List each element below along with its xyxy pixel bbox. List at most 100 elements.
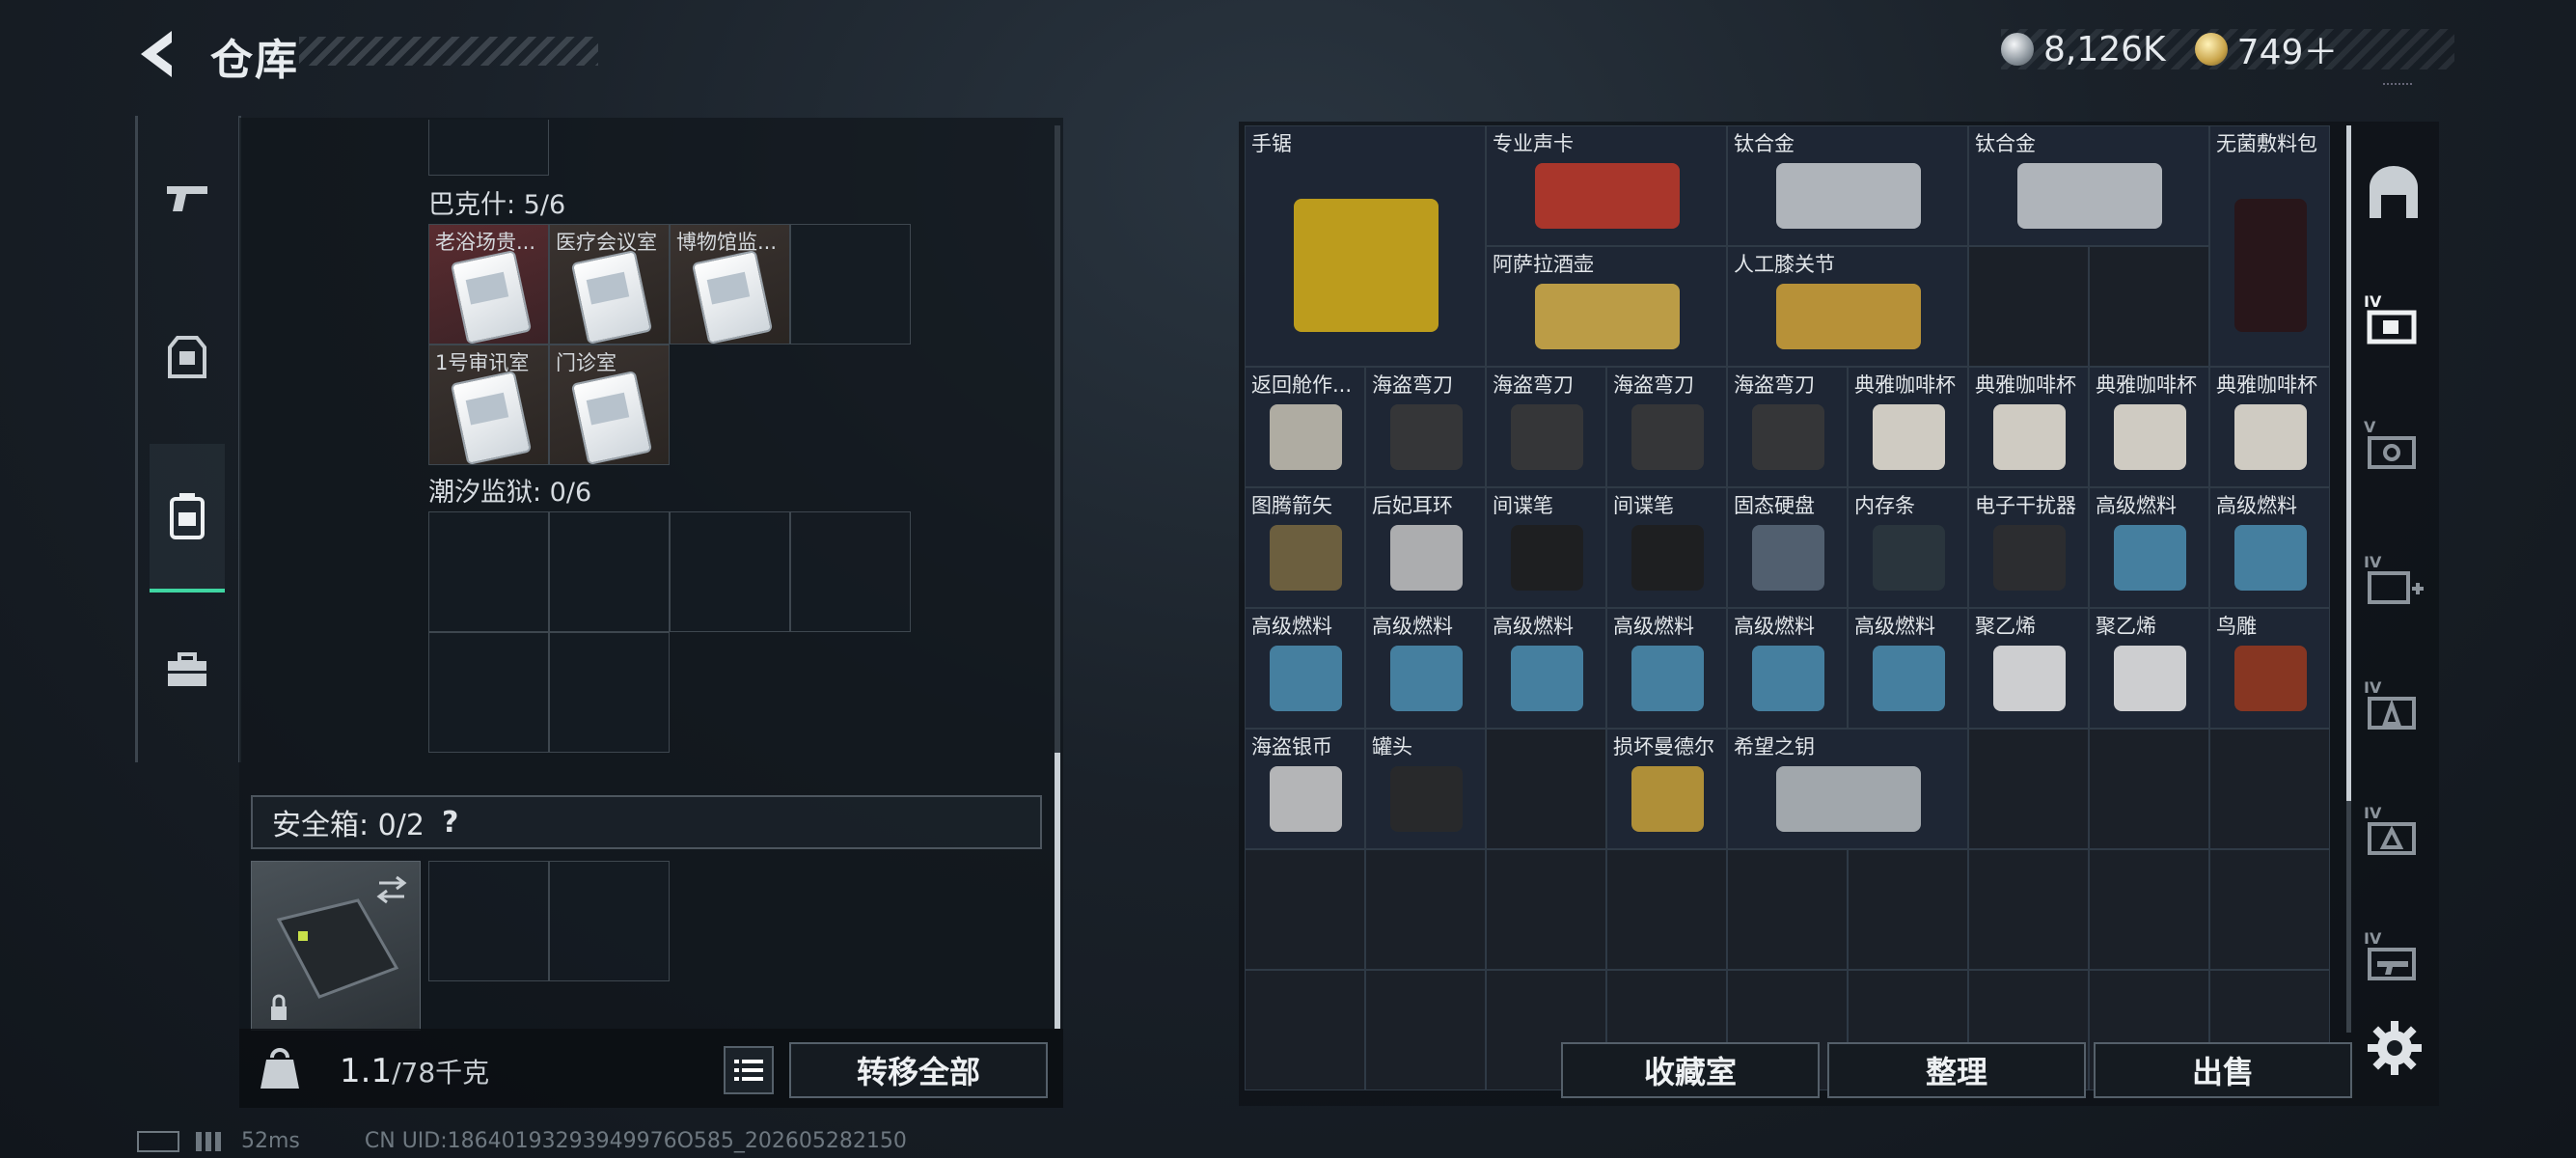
gear-icon[interactable] [2364, 1017, 2425, 1079]
help-button[interactable]: ? [442, 806, 458, 840]
nav-case[interactable] [153, 627, 221, 714]
keycard-item[interactable]: 1号审讯室 [428, 345, 549, 466]
storage-item[interactable]: 手锯 [1245, 125, 1486, 367]
storage-item[interactable]: 希望之钥 [1727, 729, 1968, 849]
keycard-item[interactable]: 博物馆监... [670, 224, 790, 345]
item-label: 海盗银币 [1251, 735, 1332, 758]
empty-slot[interactable] [1245, 849, 1365, 970]
storage-item[interactable]: 后妃耳环 [1365, 487, 1486, 608]
storage-scroll-thumb[interactable] [2346, 125, 2351, 801]
storage-item[interactable]: 典雅咖啡杯 [2209, 367, 2330, 487]
storage-item[interactable]: 固态硬盘 [1727, 487, 1848, 608]
storage-expansion-armor-icon[interactable]: IV [2364, 676, 2424, 735]
storage-item[interactable]: 钛合金 [1727, 125, 1968, 246]
storage-item[interactable]: 高级燃料 [1245, 608, 1365, 729]
empty-slot[interactable] [1365, 849, 1486, 970]
keycard-item[interactable]: 门诊室 [549, 345, 670, 466]
storage-expansion-weapon-icon[interactable]: IV [2364, 926, 2424, 986]
empty-slot[interactable] [1848, 849, 1968, 970]
storage-item[interactable]: 海盗弯刀 [1727, 367, 1848, 487]
storage-item[interactable]: 鸟雕 [2209, 608, 2330, 729]
item-label: 典雅咖啡杯 [2216, 373, 2317, 397]
empty-slot[interactable] [2209, 849, 2330, 970]
nav-backpack[interactable] [150, 444, 225, 593]
empty-slot[interactable] [1968, 849, 2089, 970]
storage-item[interactable]: 罐头 [1365, 729, 1486, 849]
storage-item[interactable]: 高级燃料 [1486, 608, 1606, 729]
storage-item[interactable]: 人工膝关节 [1727, 246, 1968, 367]
list-view-button[interactable] [724, 1046, 774, 1094]
storage-item[interactable]: 高级燃料 [2089, 487, 2209, 608]
storage-item[interactable]: 高级燃料 [2209, 487, 2330, 608]
empty-slot[interactable] [549, 861, 670, 981]
empty-slot[interactable] [1968, 729, 2089, 849]
item-icon [1776, 765, 1921, 833]
empty-slot[interactable] [549, 511, 670, 632]
safe-box-slot[interactable] [251, 861, 421, 1031]
empty-slot[interactable] [1245, 970, 1365, 1090]
item-label: 高级燃料 [2216, 494, 2297, 517]
storage-item[interactable]: 钛合金 [1968, 125, 2209, 246]
empty-slot[interactable] [428, 511, 549, 632]
empty-slot[interactable] [2089, 246, 2209, 367]
storage-item[interactable]: 图腾箭矢 [1245, 487, 1365, 608]
empty-slot[interactable] [2209, 729, 2330, 849]
empty-slot[interactable] [549, 632, 670, 753]
storage-item[interactable]: 高级燃料 [1365, 608, 1486, 729]
storage-expansion-4-icon[interactable]: IV [2364, 290, 2424, 349]
empty-slot[interactable] [1727, 849, 1848, 970]
storage-item[interactable]: 聚乙烯 [2089, 608, 2209, 729]
empty-slot[interactable] [2089, 849, 2209, 970]
storage-item[interactable]: 海盗银币 [1245, 729, 1365, 849]
storage-item[interactable]: 高级燃料 [1606, 608, 1727, 729]
storage-item[interactable]: 间谍笔 [1486, 487, 1606, 608]
collection-room-button[interactable]: 收藏室 [1561, 1042, 1820, 1098]
empty-slot[interactable] [1968, 246, 2089, 367]
storage-item[interactable]: 海盗弯刀 [1486, 367, 1606, 487]
empty-slot[interactable] [428, 632, 549, 753]
empty-slot[interactable] [1365, 970, 1486, 1090]
empty-slot[interactable] [1486, 849, 1606, 970]
storage-item[interactable]: 损坏曼德尔 [1606, 729, 1727, 849]
storage-expansion-5-icon[interactable]: V [2364, 415, 2424, 475]
empty-slot[interactable] [790, 511, 911, 632]
empty-slot[interactable] [1606, 849, 1727, 970]
storage-item[interactable]: 典雅咖啡杯 [2089, 367, 2209, 487]
inventory-scroll-thumb[interactable] [1055, 753, 1060, 1029]
empty-slot[interactable] [428, 861, 549, 981]
empty-slot[interactable] [670, 511, 790, 632]
storage-home-icon[interactable] [2364, 164, 2424, 224]
storage-item[interactable]: 高级燃料 [1848, 608, 1968, 729]
storage-item[interactable]: 返回舱作... [1245, 367, 1365, 487]
storage-item[interactable]: 典雅咖啡杯 [1848, 367, 1968, 487]
storage-item[interactable]: 典雅咖啡杯 [1968, 367, 2089, 487]
sort-button[interactable]: 整理 [1827, 1042, 2086, 1098]
nav-weapons[interactable] [153, 154, 221, 241]
storage-item[interactable]: 聚乙烯 [1968, 608, 2089, 729]
storage-expansion-rig-icon[interactable]: IV [2364, 801, 2424, 861]
storage-item[interactable]: 内存条 [1848, 487, 1968, 608]
keycard-item[interactable]: 老浴场贵... [428, 224, 549, 345]
empty-slot[interactable] [1486, 729, 1606, 849]
transfer-all-button[interactable]: 转移全部 [789, 1042, 1048, 1098]
storage-item[interactable]: 高级燃料 [1727, 608, 1848, 729]
storage-item[interactable]: 海盗弯刀 [1365, 367, 1486, 487]
sell-button[interactable]: 出售 [2094, 1042, 2352, 1098]
storage-item[interactable]: 阿萨拉酒壶 [1486, 246, 1727, 367]
empty-slot[interactable] [790, 224, 911, 345]
safe-box-grid [428, 861, 670, 981]
gold-amount[interactable]: 749＋ [2237, 24, 2339, 74]
gold-coin-icon [2194, 33, 2228, 66]
nav-equipment[interactable] [153, 314, 221, 400]
back-button[interactable] [135, 27, 193, 81]
storage-item[interactable]: 无菌敷料包 [2209, 125, 2330, 367]
keycard-item[interactable]: 医疗会议室 [549, 224, 670, 345]
item-label: 海盗弯刀 [1734, 373, 1815, 397]
item-icon [1776, 283, 1921, 350]
storage-item[interactable]: 专业声卡 [1486, 125, 1727, 246]
storage-expansion-medical-icon[interactable]: IV [2364, 550, 2424, 610]
empty-slot[interactable] [2089, 729, 2209, 849]
storage-item[interactable]: 海盗弯刀 [1606, 367, 1727, 487]
storage-item[interactable]: 电子干扰器 [1968, 487, 2089, 608]
storage-item[interactable]: 间谍笔 [1606, 487, 1727, 608]
